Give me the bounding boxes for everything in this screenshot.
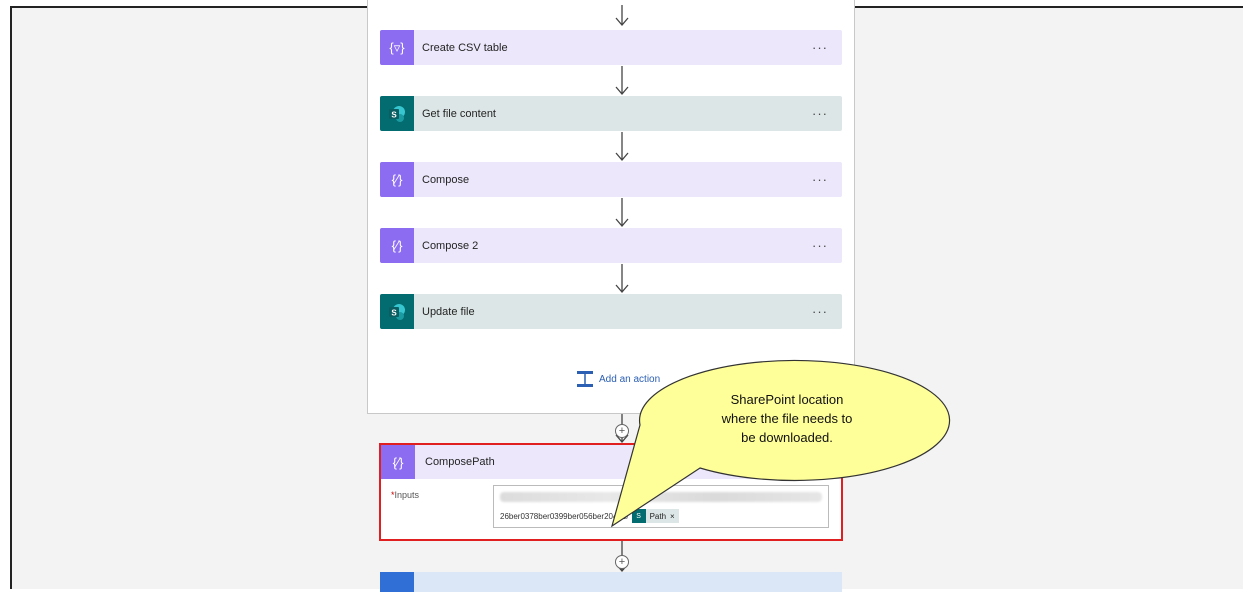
callout-line-3: be downloaded. bbox=[741, 430, 833, 445]
callout-bubble bbox=[610, 359, 951, 528]
callout-line-1: SharePoint location bbox=[730, 392, 844, 407]
callout-line-2: where the file needs to bbox=[721, 411, 853, 426]
callout-text: SharePoint location where the file needs… bbox=[677, 390, 897, 447]
